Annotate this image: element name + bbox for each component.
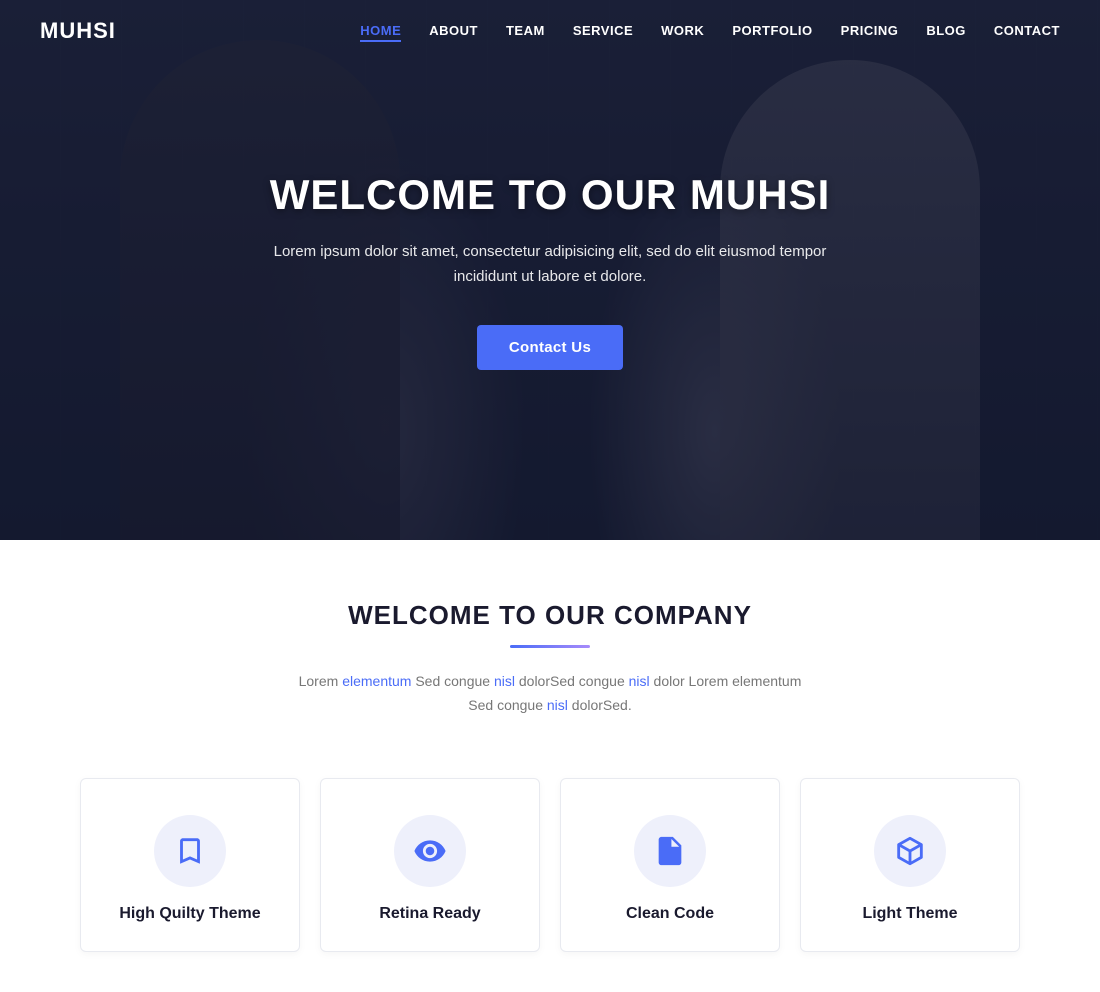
welcome-description: Lorem elementum Sed congue nisl dolorSed… [290, 670, 810, 718]
feature-card-light-theme: Light Theme [800, 778, 1020, 952]
feature-card-high-quilty: High Quilty Theme [80, 778, 300, 952]
highlight-1: elementum [342, 673, 411, 689]
high-quilty-label: High Quilty Theme [101, 905, 279, 923]
highlight-2: nisl [494, 673, 515, 689]
light-theme-label: Light Theme [821, 905, 999, 923]
high-quilty-icon-wrap [154, 815, 226, 887]
eye-icon [413, 834, 447, 868]
navbar: MUHSI HOME ABOUT TEAM SERVICE WORK PORTF… [0, 0, 1100, 62]
retina-icon-wrap [394, 815, 466, 887]
code-file-icon [653, 834, 687, 868]
contact-us-button[interactable]: Contact Us [477, 325, 623, 370]
highlight-3: nisl [629, 673, 650, 689]
nav-item-team[interactable]: TEAM [506, 22, 545, 40]
nav-item-home[interactable]: HOME [360, 22, 401, 40]
hero-section: MUHSI HOME ABOUT TEAM SERVICE WORK PORTF… [0, 0, 1100, 540]
feature-card-clean-code: Clean Code [560, 778, 780, 952]
nav-item-pricing[interactable]: PRICING [841, 22, 899, 40]
hero-subtitle: Lorem ipsum dolor sit amet, consectetur … [260, 239, 840, 290]
feature-card-retina: Retina Ready [320, 778, 540, 952]
nav-item-about[interactable]: ABOUT [429, 22, 478, 40]
light-theme-icon-wrap [874, 815, 946, 887]
features-section: High Quilty Theme Retina Ready Clean Cod… [0, 748, 1100, 992]
navbar-logo: MUHSI [40, 18, 116, 44]
welcome-divider [510, 645, 590, 648]
hero-title: WELCOME TO OUR MUHSI [270, 171, 831, 219]
nav-item-blog[interactable]: BLOG [926, 22, 966, 40]
welcome-section: WELCOME TO OUR COMPANY Lorem elementum S… [0, 540, 1100, 748]
nav-item-portfolio[interactable]: PORTFOLIO [732, 22, 812, 40]
navbar-links: HOME ABOUT TEAM SERVICE WORK PORTFOLIO P… [360, 22, 1060, 40]
nav-item-service[interactable]: SERVICE [573, 22, 633, 40]
clean-code-icon-wrap [634, 815, 706, 887]
nav-item-work[interactable]: WORK [661, 22, 704, 40]
highlight-4: nisl [547, 697, 568, 713]
cube-icon [893, 834, 927, 868]
bookmark-icon [173, 834, 207, 868]
nav-item-contact[interactable]: CONTACT [994, 22, 1060, 40]
retina-label: Retina Ready [341, 905, 519, 923]
welcome-title: WELCOME TO OUR COMPANY [40, 600, 1060, 631]
clean-code-label: Clean Code [581, 905, 759, 923]
hero-content: WELCOME TO OUR MUHSI Lorem ipsum dolor s… [0, 0, 1100, 540]
